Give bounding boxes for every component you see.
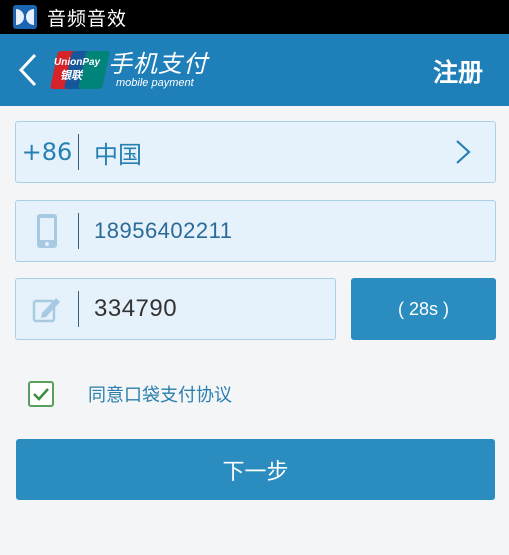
unionpay-logo-text-cn: 银联 (60, 70, 82, 82)
country-name: 中国 (94, 140, 142, 169)
pencil-icon (16, 295, 78, 323)
check-icon (33, 388, 49, 401)
brand-subtitle: mobile payment (116, 76, 194, 89)
page-title: 注册 (432, 58, 483, 87)
next-step-button[interactable]: 下一步 (16, 439, 495, 500)
phone-input[interactable]: 18956402211 (94, 218, 232, 244)
status-app-title: 音频音效 (47, 7, 128, 30)
country-selector[interactable]: +86 中国 (15, 121, 496, 183)
verification-code-field[interactable]: 334790 (15, 278, 336, 340)
agreement-row: 同意口袋支付协议 (28, 381, 232, 407)
verification-code-input[interactable]: 334790 (94, 295, 177, 323)
resend-code-button[interactable]: ( 28s ) (351, 278, 496, 340)
back-button[interactable] (8, 34, 48, 106)
field-divider (78, 134, 79, 170)
status-bar: 音频音效 (0, 0, 509, 34)
brand: 手机支付 mobile payment (108, 52, 208, 89)
brand-title: 手机支付 (108, 49, 208, 78)
chevron-right-icon[interactable] (443, 139, 483, 165)
field-divider (78, 291, 79, 327)
app-header: UnionPay 银联 手机支付 mobile payment 注册 (0, 34, 509, 106)
phone-icon (16, 213, 78, 249)
agreement-checkbox[interactable] (28, 381, 54, 407)
field-divider (78, 213, 79, 249)
unionpay-logo-text: UnionPay (54, 57, 101, 68)
chevron-left-icon (18, 53, 37, 87)
country-code: +86 (21, 138, 73, 166)
phone-field[interactable]: 18956402211 (15, 200, 496, 262)
dolby-icon (13, 5, 37, 29)
agreement-link[interactable]: 同意口袋支付协议 (88, 381, 232, 407)
unionpay-logo: UnionPay 银联 (49, 51, 111, 89)
